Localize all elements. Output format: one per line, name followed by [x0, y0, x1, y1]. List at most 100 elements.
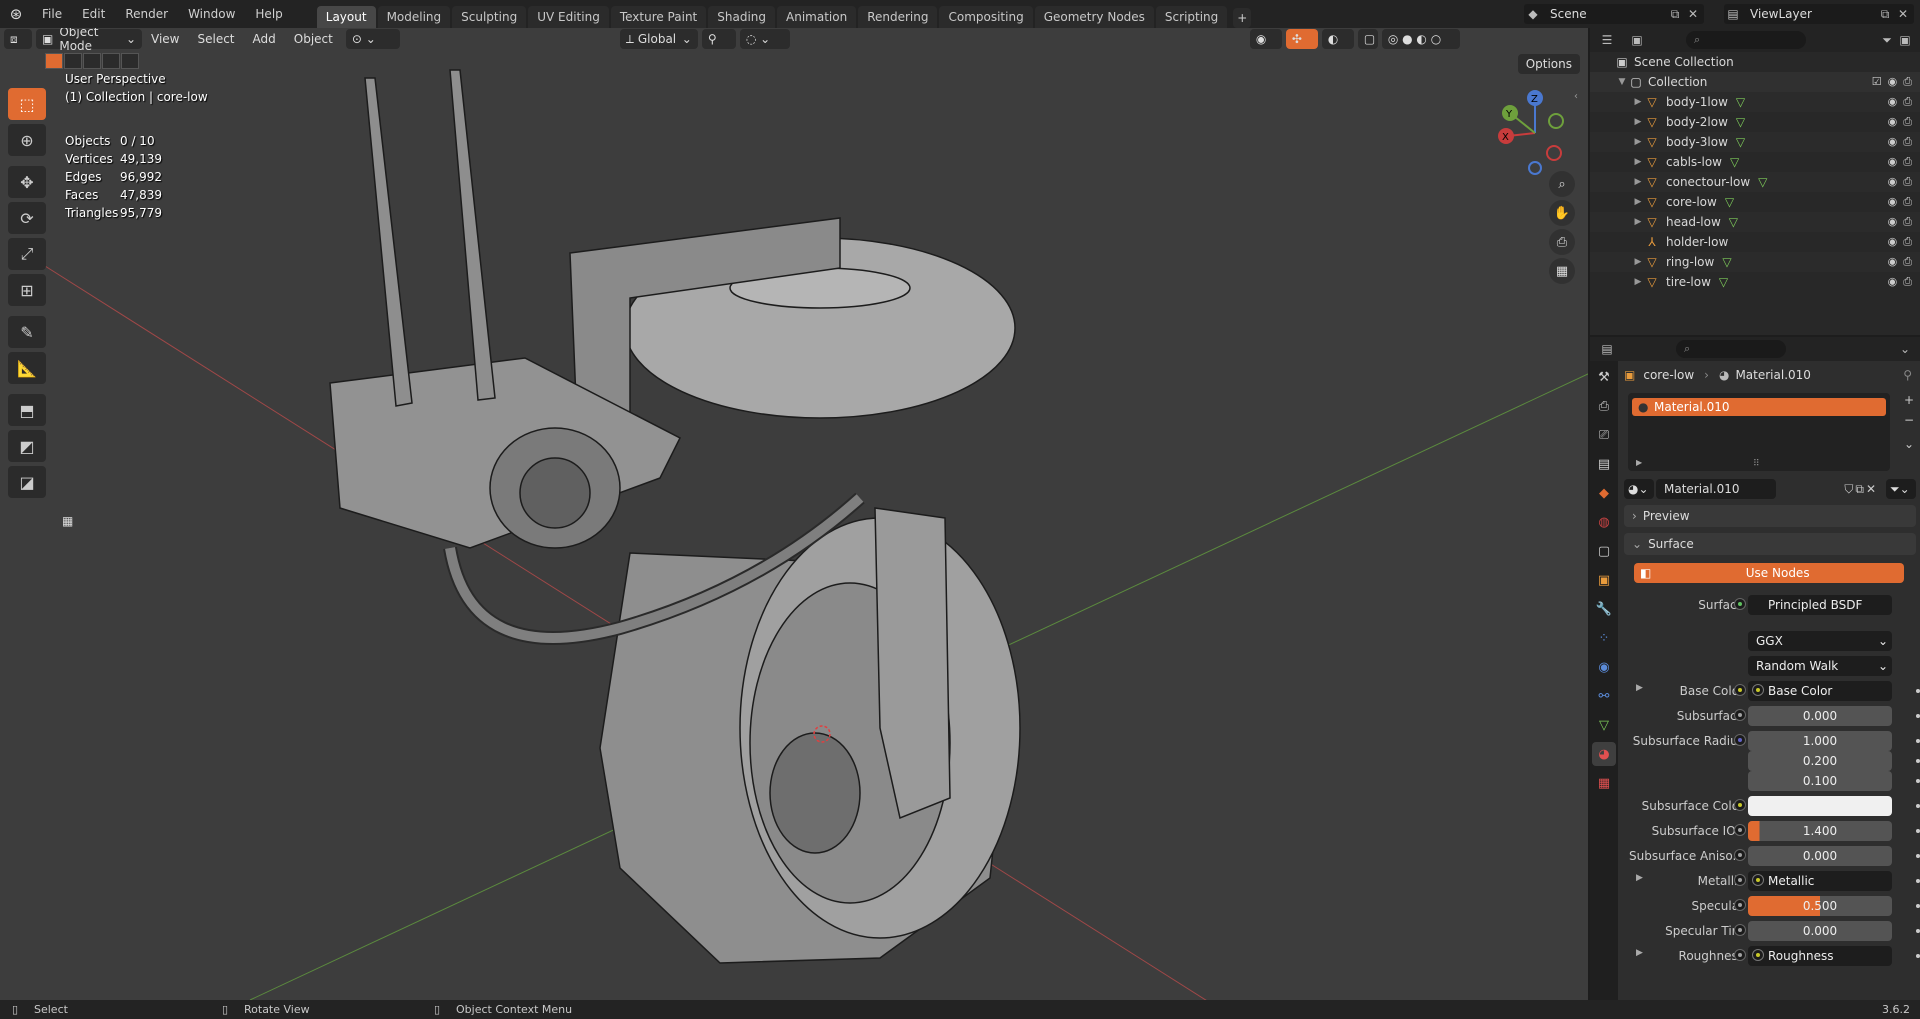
- scene-selector[interactable]: ◆ Scene ⧉ ✕: [1524, 4, 1704, 24]
- add-cube-tool[interactable]: ⬒: [8, 394, 46, 426]
- linked-input-field[interactable]: Metallic: [1748, 871, 1892, 891]
- visibility-button[interactable]: ◉: [1249, 29, 1282, 49]
- use-nodes-button[interactable]: ◧ Use Nodes: [1634, 563, 1904, 583]
- object-tab-icon[interactable]: ▣: [1592, 568, 1616, 592]
- annotate-tool[interactable]: ✎: [8, 316, 46, 348]
- keyframe-dot-icon[interactable]: [1916, 929, 1920, 933]
- outliner-item[interactable]: ⅄ holder-low ◉ ⎙: [1590, 232, 1920, 252]
- shading-mode-buttons[interactable]: ◎ ● ◐ ○: [1381, 29, 1460, 49]
- scene-tab-icon[interactable]: ◆: [1592, 481, 1616, 505]
- keyframe-dot-icon[interactable]: [1916, 689, 1920, 693]
- axis-gizmo[interactable]: Z X Y: [1490, 88, 1570, 178]
- filter-icon[interactable]: ⏷: [1878, 31, 1896, 49]
- tool-tab-icon[interactable]: ⚒: [1592, 365, 1616, 389]
- tab-animation[interactable]: Animation: [777, 6, 857, 28]
- add-workspace-button[interactable]: +: [1233, 8, 1252, 28]
- chevron-left-icon[interactable]: ‹: [1574, 91, 1578, 102]
- tab-layout[interactable]: Layout: [316, 6, 376, 28]
- scale-tool[interactable]: ⤢: [8, 238, 46, 270]
- outliner-search-input[interactable]: ⌕: [1686, 31, 1806, 49]
- copy-icon[interactable]: ⧉: [1876, 5, 1894, 23]
- linked-input-field[interactable]: Base Color: [1748, 681, 1892, 701]
- visibility-toggles[interactable]: ◉ ⎙: [1888, 155, 1912, 169]
- socket-icon[interactable]: [1734, 849, 1746, 861]
- expand-arrow-icon[interactable]: ▶: [1632, 137, 1644, 147]
- menu-help[interactable]: Help: [245, 0, 292, 28]
- number-field[interactable]: 1.000: [1748, 731, 1892, 751]
- view-layer-tab-icon[interactable]: ▤: [1592, 452, 1616, 476]
- socket-icon[interactable]: [1734, 709, 1746, 721]
- outliner-item[interactable]: ▶ ▽ body-1low ▽ ◉ ⎙: [1590, 92, 1920, 112]
- outliner-item[interactable]: ▶ ▽ body-2low ▽ ◉ ⎙: [1590, 112, 1920, 132]
- fake-user-icon[interactable]: ⛉: [1844, 482, 1853, 497]
- visibility-toggles[interactable]: ◉ ⎙: [1888, 235, 1912, 249]
- expand-arrow-icon[interactable]: ▶: [1636, 458, 1642, 467]
- slot-specials-button[interactable]: ⌄: [1904, 437, 1914, 457]
- proportional-edit-button[interactable]: ◌ ⌄: [739, 29, 790, 49]
- filter-icon[interactable]: ⏷⌄: [1886, 479, 1916, 499]
- pan-button[interactable]: ✋: [1549, 200, 1575, 226]
- menu-add[interactable]: Add: [244, 32, 285, 46]
- particles-tab-icon[interactable]: ⁘: [1592, 626, 1616, 650]
- surface-shader-selector[interactable]: Principled BSDF: [1748, 595, 1892, 615]
- expand-arrow-icon[interactable]: ▶: [1632, 97, 1644, 107]
- add-slot-button[interactable]: +: [1904, 393, 1914, 413]
- expand-arrow-icon[interactable]: ▼: [1616, 77, 1628, 87]
- expand-arrow-icon[interactable]: ▶: [1632, 197, 1644, 207]
- visibility-toggles[interactable]: ◉ ⎙: [1888, 135, 1912, 149]
- overlay-toggle[interactable]: ◐: [1321, 29, 1354, 49]
- checker-icon[interactable]: ▦: [62, 514, 76, 528]
- outliner-item[interactable]: ▶ ▽ ring-low ▽ ◉ ⎙: [1590, 252, 1920, 272]
- duplicate-material-icon[interactable]: ⧉: [1855, 482, 1864, 497]
- keyframe-dot-icon[interactable]: [1916, 854, 1920, 858]
- select-extend-button[interactable]: [64, 53, 82, 69]
- output-tab-icon[interactable]: ⎚: [1592, 423, 1616, 447]
- transform-pivot-button[interactable]: ⊙ ⌄: [345, 29, 400, 49]
- tab-uv-editing[interactable]: UV Editing: [528, 6, 609, 28]
- keyframe-dot-icon[interactable]: [1916, 739, 1920, 743]
- xray-toggle[interactable]: ▢: [1357, 29, 1378, 49]
- expand-arrow-icon[interactable]: ▶: [1632, 277, 1644, 287]
- options-button[interactable]: Options: [1517, 54, 1580, 74]
- cursor-tool[interactable]: ⊕: [8, 124, 46, 156]
- keyframe-dot-icon[interactable]: [1916, 829, 1920, 833]
- properties-search-input[interactable]: ⌕: [1676, 340, 1786, 358]
- expand-arrow-icon[interactable]: ▶: [1632, 117, 1644, 127]
- menu-view[interactable]: View: [142, 32, 188, 46]
- visibility-toggles[interactable]: ◉ ⎙: [1888, 215, 1912, 229]
- chevron-down-icon[interactable]: ⌄: [1896, 340, 1914, 358]
- unlink-material-icon[interactable]: ✕: [1866, 482, 1876, 496]
- visibility-toggles[interactable]: ◉ ⎙: [1888, 115, 1912, 129]
- visibility-toggles[interactable]: ☑ ◉ ⎙: [1872, 75, 1912, 89]
- select-difference-button[interactable]: [102, 53, 120, 69]
- rotate-tool[interactable]: ⟳: [8, 202, 46, 234]
- expand-arrow-icon[interactable]: ▶: [1636, 948, 1643, 958]
- expand-arrow-icon[interactable]: ▶: [1632, 157, 1644, 167]
- surface-panel-header[interactable]: ⌄ Surface: [1624, 533, 1916, 555]
- constraints-tab-icon[interactable]: ⚯: [1592, 684, 1616, 708]
- collection-tab-icon[interactable]: ▢: [1592, 539, 1616, 563]
- number-field[interactable]: 1.400: [1748, 821, 1892, 841]
- modifier-tab-icon[interactable]: 🔧: [1592, 597, 1616, 621]
- menu-object[interactable]: Object: [285, 32, 342, 46]
- shear-tool[interactable]: ◩: [8, 430, 46, 462]
- perspective-toggle[interactable]: ▦: [1549, 258, 1575, 284]
- socket-icon[interactable]: [1734, 684, 1746, 696]
- gizmo-toggle[interactable]: ✣: [1285, 29, 1318, 49]
- close-icon[interactable]: ✕: [1684, 5, 1702, 23]
- keyframe-dot-icon[interactable]: [1916, 804, 1920, 808]
- socket-icon[interactable]: [1734, 924, 1746, 936]
- physics-tab-icon[interactable]: ◉: [1592, 655, 1616, 679]
- render-tab-icon[interactable]: ⎙: [1592, 394, 1616, 418]
- navigation-gizmo[interactable]: Z X Y: [1490, 88, 1570, 178]
- distribution-dropdown[interactable]: GGX ⌄: [1748, 631, 1892, 651]
- tab-texture-paint[interactable]: Texture Paint: [610, 6, 707, 28]
- view-icon[interactable]: ▣: [1628, 31, 1646, 49]
- material-slot-item[interactable]: ● Material.010: [1632, 398, 1886, 416]
- menu-select[interactable]: Select: [188, 32, 243, 46]
- tab-shading[interactable]: Shading: [708, 6, 775, 28]
- subsurface-method-dropdown[interactable]: Random Walk ⌄: [1748, 656, 1892, 676]
- material-name-field[interactable]: Material.010: [1656, 479, 1776, 499]
- editor-type-icon[interactable]: ▤: [1598, 340, 1616, 358]
- socket-icon[interactable]: [1734, 799, 1746, 811]
